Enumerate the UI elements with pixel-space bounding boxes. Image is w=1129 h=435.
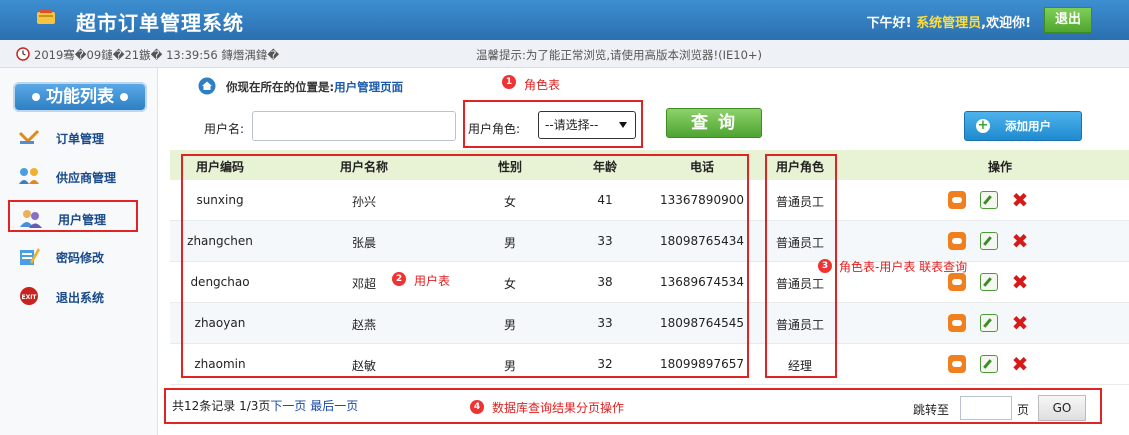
home-icon bbox=[198, 77, 216, 95]
annotation-text-4: 数据库查询结果分页操作 bbox=[492, 401, 625, 415]
sidebar-item-label: 供应商管理 bbox=[56, 171, 117, 185]
delete-icon[interactable]: ✖ bbox=[1011, 190, 1029, 210]
order-icon bbox=[18, 129, 40, 144]
plus-icon: + bbox=[976, 118, 990, 133]
breadcrumb-prefix: 你现在所在的位置是: bbox=[226, 80, 335, 94]
sidebar-item-password[interactable]: 密码修改 bbox=[8, 240, 138, 272]
logout-button[interactable]: 退出 bbox=[1044, 7, 1092, 33]
sidebar-item-label: 用户管理 bbox=[58, 213, 107, 227]
greeting: 下午好! 系统管理员,欢迎你! bbox=[867, 12, 1031, 31]
role-select-value: --请选择-- bbox=[545, 118, 599, 132]
edit-icon[interactable] bbox=[980, 191, 998, 209]
supplier-icon bbox=[19, 168, 39, 184]
current-time: 2019骞�09鏈�21鏃� 13:39:56 鏄熸湡鍏� bbox=[34, 48, 280, 62]
go-button[interactable]: GO bbox=[1038, 395, 1086, 421]
breadcrumb-page[interactable]: 用户管理页面 bbox=[334, 80, 403, 94]
role-select[interactable]: --请选择-- bbox=[538, 111, 636, 139]
annotation-badge-4: 4 bbox=[470, 400, 484, 414]
view-icon[interactable] bbox=[948, 232, 966, 250]
add-user-button[interactable]: + 添加用户 bbox=[964, 111, 1082, 141]
header-actions: 操作 bbox=[987, 160, 1012, 174]
chevron-down-icon bbox=[619, 122, 627, 128]
info-bar: 2019骞�09鏈�21鏃� 13:39:56 鏄熸湡鍏� 温馨提示:为了能正常… bbox=[0, 40, 1129, 68]
username-input[interactable] bbox=[252, 111, 456, 141]
breadcrumb: 你现在所在的位置是:用户管理页面 bbox=[226, 79, 403, 95]
top-header: 超市订单管理系统 下午好! 系统管理员,欢迎你! 退出 bbox=[0, 0, 1129, 40]
current-role: 系统管理员 bbox=[916, 16, 982, 31]
password-icon bbox=[20, 248, 40, 265]
delete-icon[interactable]: ✖ bbox=[1011, 354, 1029, 374]
sidebar-item-label: 密码修改 bbox=[56, 251, 105, 265]
view-icon[interactable] bbox=[948, 191, 966, 209]
delete-icon[interactable]: ✖ bbox=[1011, 231, 1029, 251]
function-list-title: 功能列表 bbox=[13, 82, 147, 112]
annotation-badge-3: 3 bbox=[818, 259, 832, 273]
last-page-link[interactable]: 最后一页 bbox=[310, 399, 358, 413]
annotation-badge-2: 2 bbox=[392, 272, 406, 286]
annotation-badge-1: 1 bbox=[502, 75, 516, 89]
page-unit-label: 页 bbox=[1017, 403, 1030, 417]
record-summary: 共12条记录 1/3页 bbox=[172, 399, 271, 413]
greeting-suffix: ,欢迎你! bbox=[981, 16, 1031, 31]
edit-icon[interactable] bbox=[980, 355, 998, 373]
sidebar-item-exit[interactable]: EXIT 退出系统 bbox=[8, 280, 138, 312]
pagination-summary: 共12条记录 1/3页下一页 最后一页 bbox=[172, 397, 358, 414]
dot-icon bbox=[32, 93, 40, 101]
jump-label: 跳转至 bbox=[913, 403, 950, 417]
edit-icon[interactable] bbox=[980, 232, 998, 250]
cart-icon bbox=[37, 9, 55, 24]
role-label: 用户角色: bbox=[468, 122, 521, 136]
sidebar-item-users[interactable]: 用户管理 bbox=[8, 200, 138, 232]
view-icon[interactable] bbox=[948, 314, 966, 332]
sidebar-item-label: 订单管理 bbox=[56, 132, 105, 146]
annotation-text-1: 角色表 bbox=[524, 78, 561, 92]
query-button[interactable]: 查 询 bbox=[666, 108, 762, 138]
function-list-label: 功能列表 bbox=[46, 87, 114, 107]
annotation-text-2: 用户表 bbox=[414, 274, 451, 288]
user-table-highlight-box bbox=[181, 154, 749, 378]
sidebar-item-label: 退出系统 bbox=[56, 291, 105, 305]
svg-text:EXIT: EXIT bbox=[21, 294, 37, 301]
sidebar: 功能列表 订单管理 供应商管理 用户管理 密码修改 EXIT 退出系统 bbox=[0, 68, 158, 435]
sidebar-item-orders[interactable]: 订单管理 bbox=[8, 121, 138, 153]
clock-icon bbox=[16, 47, 30, 61]
sidebar-item-suppliers[interactable]: 供应商管理 bbox=[8, 160, 138, 192]
browser-tip: 温馨提示:为了能正常浏览,请使用高版本浏览器!(IE10+) bbox=[476, 48, 763, 62]
user-icon bbox=[20, 210, 42, 228]
app-title: 超市订单管理系统 bbox=[76, 11, 244, 35]
view-icon[interactable] bbox=[948, 355, 966, 373]
edit-icon[interactable] bbox=[980, 314, 998, 332]
add-user-label: 添加用户 bbox=[1005, 119, 1051, 133]
edit-icon[interactable] bbox=[980, 273, 998, 291]
exit-icon: EXIT bbox=[20, 287, 38, 305]
annotation-text-3: 角色表-用户表 联表查询 bbox=[839, 260, 968, 274]
dot-icon bbox=[120, 93, 128, 101]
jump-page-input[interactable] bbox=[960, 396, 1012, 420]
greeting-prefix: 下午好! bbox=[866, 16, 912, 31]
view-icon[interactable] bbox=[948, 273, 966, 291]
username-label: 用户名: bbox=[204, 122, 245, 136]
query-label: 查 询 bbox=[691, 113, 737, 133]
delete-icon[interactable]: ✖ bbox=[1011, 313, 1029, 333]
delete-icon[interactable]: ✖ bbox=[1011, 272, 1029, 292]
next-page-link[interactable]: 下一页 bbox=[270, 399, 306, 413]
